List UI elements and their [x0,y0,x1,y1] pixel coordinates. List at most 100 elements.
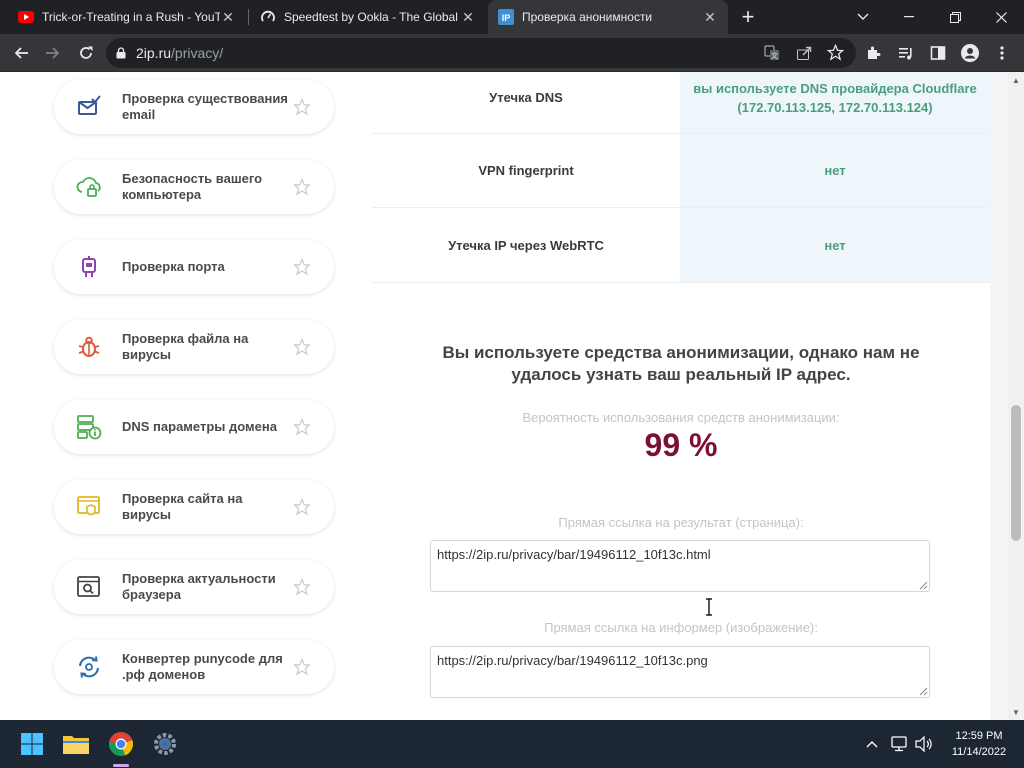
tab-title: Проверка анонимности [522,10,653,24]
tab-search-chevron-icon[interactable] [840,0,886,34]
restore-icon[interactable] [932,0,978,34]
active-app-indicator [113,764,129,767]
sidebar-item-label: Безопасность вашего компьютера [122,171,263,202]
url-text: 2ip.ru/privacy/ [136,45,223,61]
share-icon[interactable] [796,45,812,66]
favorite-star-icon[interactable] [292,577,312,597]
address-bar[interactable]: 2ip.ru/privacy/ 文 [106,38,856,68]
sidebar-item-label: Проверка файла на вирусы [122,331,249,362]
tab-title: Trick-or-Treating in a Rush - YouT [42,10,220,24]
probability-value: 99 % [644,427,718,463]
translate-icon[interactable]: 文 [764,45,780,66]
scrollbar-thumb[interactable] [1011,405,1021,541]
extensions-puzzle-icon[interactable] [860,39,888,67]
result-value: нет [680,208,990,282]
sidebar-item-computer-security[interactable]: Безопасность вашего компьютера [54,160,334,214]
results-panel: Утечка DNS вы используете DNS провайдера… [372,72,990,720]
close-tab-icon[interactable]: ✕ [220,9,236,25]
sidebar-item-browser-check[interactable]: Проверка актуальности браузера [54,560,334,614]
svg-text:文: 文 [771,51,778,60]
sidebar-item-email-check[interactable]: Проверка существования email [54,80,334,134]
result-row-webrtc-leak: Утечка IP через WebRTC нет [372,208,990,283]
tab-title: Speedtest by Ookla - The Global [284,10,458,24]
page-link-textarea[interactable]: https://2ip.ru/privacy/bar/19496112_10f1… [430,540,930,592]
port-plug-icon [76,254,102,280]
tab-anonymity-check[interactable]: IP Проверка анонимности ✕ [488,0,728,34]
browser-toolbar: 2ip.ru/privacy/ 文 [0,34,1024,72]
sidebar-item-label: Проверка актуальности браузера [122,571,276,602]
volume-speaker-icon[interactable] [914,734,934,754]
page-scrollbar[interactable]: ▲ ▼ [1008,72,1024,720]
bookmark-star-icon[interactable] [826,43,845,66]
sidebar-item-label: DNS параметры домена [122,419,277,434]
show-hidden-icons-chevron-icon[interactable] [862,734,882,754]
clock-date: 11/14/2022 [951,746,1007,758]
browser-tab-strip: Trick-or-Treating in a Rush - YouT ✕ Spe… [0,0,1024,34]
reload-icon[interactable] [72,39,100,67]
sidebar-item-label: Конвертер punycode для .рф доменов [122,651,283,682]
result-value: нет [680,134,990,207]
close-window-icon[interactable] [978,0,1024,34]
result-row-dns-leak: Утечка DNS вы используете DNS провайдера… [372,72,990,134]
page-viewport: Проверка существования email Безопасност… [0,72,1008,720]
favorite-star-icon[interactable] [292,257,312,277]
url-path: /privacy/ [171,45,224,61]
chrome-taskbar-icon[interactable] [105,728,137,760]
media-queue-icon[interactable] [892,39,920,67]
sidebar-item-label: Проверка порта [122,259,225,274]
side-panel-icon[interactable] [924,39,952,67]
result-label: Утечка DNS [489,90,563,105]
result-label: VPN fingerprint [478,163,574,178]
windows-start-icon[interactable] [16,728,48,760]
speedtest-icon [260,9,276,25]
anonymity-verdict-headline: Вы используете средства анонимизации, од… [442,343,920,384]
favorite-star-icon[interactable] [292,337,312,357]
close-tab-icon[interactable]: ✕ [460,9,476,25]
sidebar-item-label: Проверка сайта на вирусы [122,491,243,522]
cloud-lock-icon [76,174,102,200]
convert-arrows-icon [76,654,102,680]
clock-time: 12:59 PM [955,730,1003,742]
settings-gear-icon[interactable] [149,728,181,760]
sidebar-item-port-check[interactable]: Проверка порта [54,240,334,294]
resize-grip-icon[interactable] [918,580,928,590]
tab-speedtest[interactable]: Speedtest by Ookla - The Global ✕ [250,0,486,34]
favorite-star-icon[interactable] [292,177,312,197]
scroll-down-arrow-icon[interactable]: ▼ [1008,704,1024,720]
sidebar-item-site-virus-check[interactable]: Проверка сайта на вирусы [54,480,334,534]
back-arrow-icon[interactable] [8,39,36,67]
system-clock[interactable]: 12:59 PM 11/14/2022 [944,728,1014,760]
chrome-menu-icon[interactable] [988,39,1016,67]
result-label: Утечка IP через WebRTC [448,237,604,253]
tab-youtube[interactable]: Trick-or-Treating in a Rush - YouT ✕ [8,0,246,34]
sidebar-item-file-virus-check[interactable]: Проверка файла на вирусы [54,320,334,374]
tab-divider [248,9,249,25]
sidebar-item-label: Проверка существования email [122,91,288,122]
sidebar-item-punycode-converter[interactable]: Конвертер punycode для .рф доменов [54,640,334,694]
2ip-icon: IP [498,9,514,25]
resize-grip-icon[interactable] [918,686,928,696]
sidebar-item-dns-params[interactable]: DNS параметры домена [54,400,334,454]
network-monitor-icon[interactable] [890,734,910,754]
result-row-vpn-fingerprint: VPN fingerprint нет [372,134,990,208]
youtube-icon [18,9,34,25]
lock-icon[interactable] [106,47,136,59]
new-tab-icon[interactable]: + [736,4,760,29]
result-value: вы используете DNS провайдера Cloudflare… [680,72,990,133]
image-link-textarea[interactable]: https://2ip.ru/privacy/bar/19496112_10f1… [430,646,930,698]
scroll-up-arrow-icon[interactable]: ▲ [1008,72,1024,88]
bug-icon [76,334,102,360]
forward-arrow-icon[interactable] [38,39,66,67]
favorite-star-icon[interactable] [292,417,312,437]
favorite-star-icon[interactable] [292,97,312,117]
profile-avatar-icon[interactable] [956,39,984,67]
dns-server-icon [76,414,102,440]
tools-sidebar: Проверка существования email Безопасност… [0,72,372,720]
close-tab-icon[interactable]: ✕ [702,9,718,25]
image-link-label: Прямая ссылка на информер (изображение): [544,620,818,635]
favorite-star-icon[interactable] [292,657,312,677]
file-explorer-icon[interactable] [60,728,92,760]
minimize-icon[interactable] [886,0,932,34]
favorite-star-icon[interactable] [292,497,312,517]
svg-text:IP: IP [502,13,511,23]
